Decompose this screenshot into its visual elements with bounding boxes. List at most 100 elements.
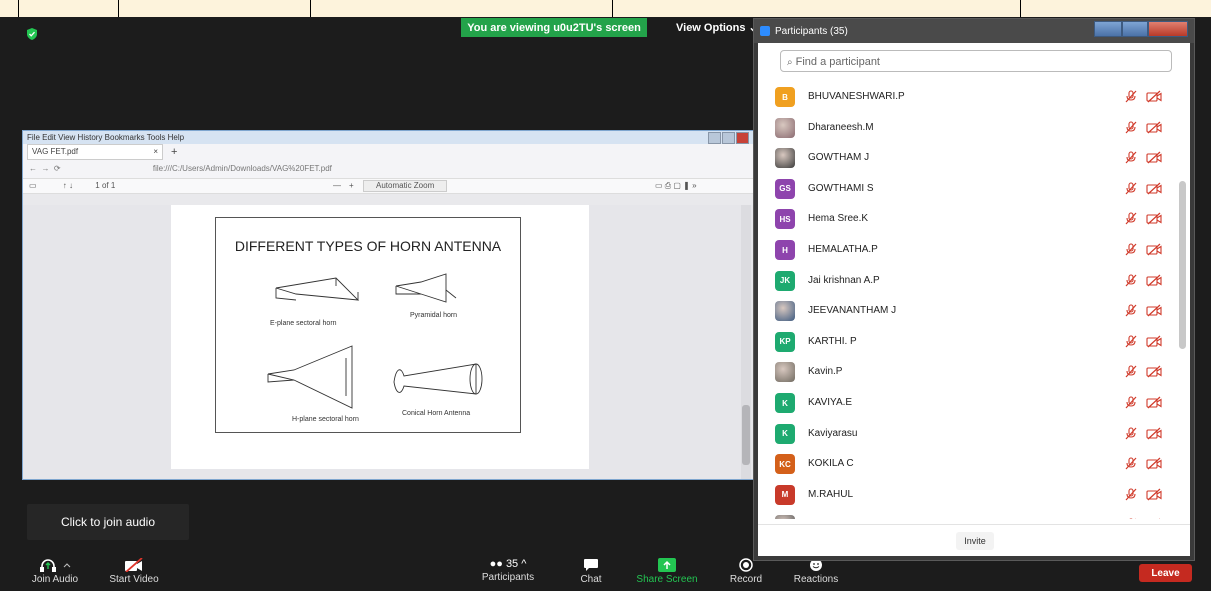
video-off-icon [1146, 488, 1162, 501]
reactions-button[interactable]: Reactions [786, 558, 846, 585]
minimize-button[interactable] [1094, 21, 1122, 37]
participant-search-input[interactable]: ⌕ Find a participant [780, 50, 1172, 72]
participants-panel: ⌕ Find a participant B BHUVANESHWARI.P Dhar… [758, 43, 1190, 556]
strip-divider [1020, 0, 1021, 17]
pdf-scrollbar [741, 205, 751, 479]
shared-url: file:///C:/Users/Admin/Downloads/VAG%20F… [152, 164, 332, 173]
mic-muted-icon [1125, 304, 1137, 317]
chat-button[interactable]: Chat [571, 558, 611, 585]
zoom-in-icon: + [349, 181, 354, 190]
pdf-page: DIFFERENT TYPES OF HORN ANTENNA E-plane … [171, 205, 589, 469]
participants-titlebar[interactable]: Participants (35) [754, 19, 1194, 43]
participant-row[interactable]: HS Hema Sree.K [758, 203, 1178, 234]
strip-divider [18, 0, 19, 17]
mic-muted-icon [1125, 396, 1137, 409]
participants-label: Participants [481, 572, 535, 583]
participant-row[interactable]: K KAVIYA.E [758, 387, 1178, 418]
participant-row[interactable]: KP KARTHI. P [758, 326, 1178, 357]
participant-name: Dharaneesh.M [808, 121, 874, 133]
participants-footer: Invite [758, 524, 1190, 557]
shared-menubar: File Edit View History Bookmarks Tools H… [23, 131, 753, 144]
avatar: KC [775, 454, 795, 475]
avatar [775, 362, 795, 383]
record-icon [739, 558, 753, 572]
participants-icon: ●● 35 ^ [489, 558, 527, 570]
shared-screen: File Edit View History Bookmarks Tools H… [22, 130, 754, 480]
share-screen-button[interactable]: Share Screen [634, 558, 700, 585]
mic-muted-icon [1125, 151, 1137, 164]
headphones-icon [40, 559, 71, 572]
video-off-icon [1146, 365, 1162, 378]
search-placeholder: Find a participant [795, 56, 880, 68]
shield-icon[interactable] [26, 28, 38, 40]
close-button[interactable] [1148, 21, 1188, 37]
avatar: H [775, 240, 795, 260]
participant-name: GOWTHAM J [808, 152, 870, 164]
start-video-button[interactable]: Start Video [104, 558, 164, 585]
participant-row[interactable]: H HEMALATHA.P [758, 234, 1178, 265]
video-off-icon [1146, 212, 1162, 225]
invite-button[interactable]: Invite [956, 532, 994, 550]
maximize-button[interactable] [1122, 21, 1148, 37]
participant-name: Hema Sree.K [808, 213, 869, 225]
mic-muted-icon [1125, 335, 1137, 348]
start-video-label: Start Video [109, 574, 159, 585]
zoom-select: Automatic Zoom [363, 180, 448, 192]
mic-muted-icon [1125, 488, 1137, 501]
participant-row[interactable]: MEENAKSHI S [758, 509, 1178, 519]
avatar [775, 301, 795, 322]
reactions-label: Reactions [793, 574, 839, 585]
strip-divider [118, 0, 119, 17]
avatar: JK [775, 270, 795, 291]
mic-muted-icon [1125, 365, 1137, 378]
participant-row[interactable]: JK Jai krishnan A.P [758, 265, 1178, 296]
participant-name: KAVIYA.E [808, 397, 853, 408]
caption-h-plane: H-plane sectoral horn [292, 416, 359, 423]
mic-muted-icon [1125, 457, 1137, 470]
caption-pyramidal: Pyramidal horn [410, 312, 458, 319]
participant-name: M.RAHUL [808, 488, 854, 500]
avatar [775, 117, 795, 138]
reload-icon: ⟳ [53, 164, 61, 173]
participants-button[interactable]: ●● 35 ^ Participants [468, 558, 548, 583]
viewing-banner: You are viewing u0u2TU's screen [461, 18, 647, 37]
participants-scrollbar[interactable] [1179, 81, 1186, 521]
video-off-icon [1146, 274, 1162, 287]
avatar: K [775, 393, 795, 413]
avatar: GS [775, 178, 795, 199]
participant-row[interactable]: GOWTHAM J [758, 142, 1178, 173]
participant-row[interactable]: JEEVANANTHAM J [758, 295, 1178, 326]
strip-divider [612, 0, 613, 17]
zoom-logo-icon [760, 26, 770, 36]
participant-name: JEEVANANTHAM J [808, 305, 897, 317]
shared-urlbar: ← → ⟳ file:///C:/Users/Admin/Downloads/V… [23, 160, 753, 179]
participant-row[interactable]: KC KOKILA C [758, 448, 1178, 479]
avatar: M [775, 484, 795, 505]
join-audio-button[interactable]: Join Audio [22, 558, 88, 585]
avatar [775, 515, 795, 519]
participant-row[interactable]: Kavin.P [758, 356, 1178, 387]
leave-button[interactable]: Leave [1139, 564, 1192, 582]
participant-name: KARTHI. P [808, 335, 857, 347]
participant-row[interactable]: GS GOWTHAMI S [758, 173, 1178, 204]
participant-name: Kavin.P [808, 366, 843, 378]
participant-row[interactable]: B BHUVANESHWARI.P [758, 81, 1178, 112]
record-button[interactable]: Record [725, 558, 767, 585]
video-off-icon [1146, 396, 1162, 409]
strip-divider [310, 0, 311, 17]
avatar: KP [775, 331, 795, 352]
mic-muted-icon [1125, 243, 1137, 256]
video-off-icon [1146, 151, 1162, 164]
participant-row[interactable]: K Kaviyarasu [758, 418, 1178, 449]
participant-row[interactable]: Dharaneesh.M [758, 112, 1178, 143]
view-options-button[interactable]: View Options ⌄ [676, 21, 758, 34]
page-down-icon: ↓ [69, 181, 74, 190]
window-controls [1094, 21, 1188, 37]
video-off-icon [1146, 335, 1162, 348]
mic-muted-icon [1125, 90, 1137, 103]
caption-conical: Conical Horn Antenna [402, 410, 471, 417]
participant-row[interactable]: M M.RAHUL [758, 479, 1178, 510]
participants-list: B BHUVANESHWARI.P Dharaneesh.M GOWTHAM J GS G… [758, 81, 1178, 519]
video-off-icon [1146, 121, 1162, 134]
join-audio-tooltip[interactable]: Click to join audio [27, 504, 189, 540]
